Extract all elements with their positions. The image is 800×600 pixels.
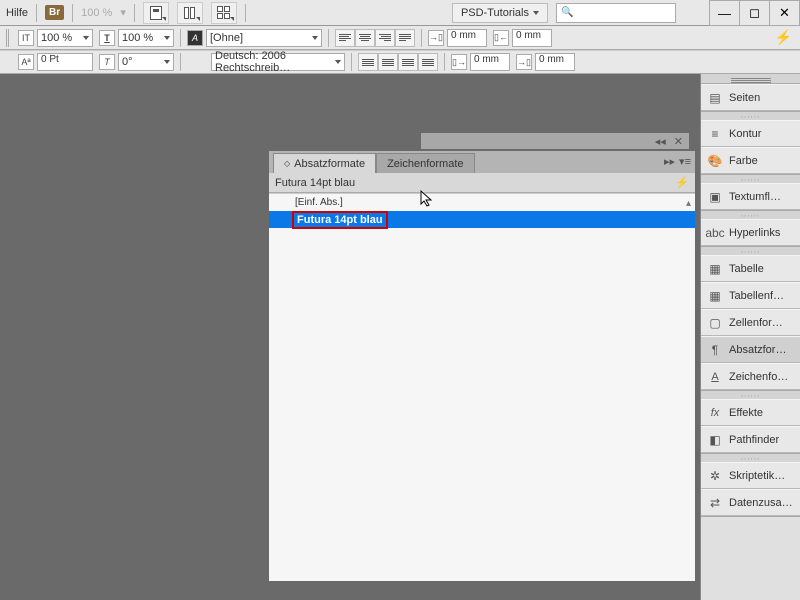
pathfinder-icon: ◧ — [707, 432, 723, 448]
panel-pathfinder[interactable]: ◧Pathfinder — [701, 426, 800, 453]
script-icon: ✲ — [707, 468, 723, 484]
arrange-docs-icon[interactable] — [177, 2, 203, 24]
current-style-name: Futura 14pt blau — [275, 177, 355, 189]
charstyle-combo[interactable]: [Ohne] — [206, 29, 322, 47]
panel-datenzusammenfuehrung[interactable]: ⇄Datenzusa… — [701, 489, 800, 516]
indent-left-icon: →▯ — [428, 30, 444, 46]
align-left-button[interactable] — [335, 29, 355, 47]
justify-button[interactable] — [395, 29, 415, 47]
panel-seiten[interactable]: ▤Seiten — [701, 84, 800, 111]
indent-left-input[interactable]: 0 mm — [447, 29, 487, 47]
space-after-input[interactable]: 0 mm — [535, 53, 575, 71]
hscale-icon: IT — [18, 30, 34, 46]
panel-kontur[interactable]: ≡Kontur — [701, 120, 800, 147]
hyperlinks-icon: abc — [707, 225, 723, 241]
effects-icon: fx — [707, 405, 723, 421]
close-button[interactable]: ✕ — [770, 0, 800, 26]
paragraph-align — [335, 29, 415, 47]
justify-left-button[interactable] — [358, 53, 378, 71]
stroke-icon: ≡ — [707, 126, 723, 142]
close-icon[interactable]: ✕ — [674, 135, 683, 148]
vscale-input[interactable]: 100 % — [118, 29, 174, 47]
collapsed-panel-bar[interactable]: ◂◂ ✕ — [420, 132, 690, 150]
space-after-icon: →▯ — [516, 54, 532, 70]
justify-right-button[interactable] — [398, 53, 418, 71]
workspace-switcher[interactable]: PSD-Tutorials — [452, 3, 548, 23]
language-combo[interactable]: Deutsch: 2006 Rechtschreib… — [211, 53, 345, 71]
table-styles-icon: ▦ — [707, 288, 723, 304]
baseline-input[interactable]: 0 Pt — [37, 53, 93, 71]
help-menu[interactable]: Hilfe — [6, 7, 28, 19]
charstyle-icon: A — [187, 30, 203, 46]
vscale-icon: T — [99, 30, 115, 46]
panel-tabs: ◇Absatzformate Zeichenformate ▸▸ ▾≡ — [269, 151, 695, 173]
tab-zeichenformate[interactable]: Zeichenformate — [376, 153, 474, 173]
textwrap-icon: ▣ — [707, 189, 723, 205]
paragraph-styles-panel: ◇Absatzformate Zeichenformate ▸▸ ▾≡ Futur… — [268, 150, 696, 582]
maximize-button[interactable]: ◻ — [740, 0, 770, 26]
expand-icon[interactable]: ▸▸ — [664, 155, 675, 168]
scroll-up-icon[interactable]: ▴ — [686, 198, 691, 209]
table-icon: ▦ — [707, 261, 723, 277]
panel-tabellenformate[interactable]: ▦Tabellenf… — [701, 282, 800, 309]
panel-skriptetiketten[interactable]: ✲Skriptetik… — [701, 462, 800, 489]
space-before-input[interactable]: 0 mm — [512, 29, 552, 47]
quick-apply-icon[interactable]: ⚡ — [675, 176, 689, 189]
right-dock: ▤Seiten ∙∙∙∙∙∙ ≡Kontur 🎨Farbe ∙∙∙∙∙∙ ▣Te… — [700, 74, 800, 600]
baseline-icon: Aª — [18, 54, 34, 70]
panel-farbe[interactable]: 🎨Farbe — [701, 147, 800, 174]
panel-hyperlinks[interactable]: abcHyperlinks — [701, 219, 800, 246]
collapse-icon[interactable]: ◂◂ — [655, 135, 666, 148]
panel-zellenformate[interactable]: ▢Zellenfor… — [701, 309, 800, 336]
search-input[interactable]: 🔍 — [556, 3, 676, 23]
panel-tabelle[interactable]: ▦Tabelle — [701, 255, 800, 282]
panel-absatzformate[interactable]: ¶Absatzfor… — [701, 336, 800, 363]
align-center-button[interactable] — [355, 29, 375, 47]
topbar: Hilfe Br 100 % ▾ PSD-Tutorials 🔍 — [0, 0, 800, 26]
style-row-basic[interactable]: [Einf. Abs.] — [269, 194, 695, 211]
screen-mode-icon[interactable] — [143, 2, 169, 24]
datamerge-icon: ⇄ — [707, 495, 723, 511]
char-styles-icon: A — [707, 369, 723, 385]
pages-icon: ▤ — [707, 90, 723, 106]
tab-absatzformate[interactable]: ◇Absatzformate — [273, 153, 376, 173]
align-right-button[interactable] — [375, 29, 395, 47]
panel-zeichenformate[interactable]: AZeichenfo… — [701, 363, 800, 390]
skew-input[interactable]: 0° — [118, 53, 174, 71]
window-controls: — ◻ ✕ — [709, 0, 800, 26]
cell-styles-icon: ▢ — [707, 315, 723, 331]
justify-options — [358, 53, 438, 71]
skew-icon: T — [99, 54, 115, 70]
bridge-icon[interactable]: Br — [45, 5, 64, 20]
panel-effekte[interactable]: fxEffekte — [701, 399, 800, 426]
view-options-icon[interactable] — [211, 2, 237, 24]
para-styles-icon: ¶ — [707, 342, 723, 358]
color-icon: 🎨 — [707, 153, 723, 169]
dock-grip[interactable] — [701, 74, 800, 84]
quick-apply-icon[interactable]: ⚡ — [775, 29, 792, 46]
indent-right-icon: ▯→ — [451, 54, 467, 70]
current-style-header: Futura 14pt blau ⚡ — [269, 173, 695, 193]
zoom-level[interactable]: 100 % — [81, 7, 112, 19]
indent-right-input[interactable]: 0 mm — [470, 53, 510, 71]
space-before-icon: ▯← — [493, 30, 509, 46]
control-bar-1: IT 100 % T 100 % A [Ohne] →▯ 0 mm ▯← 0 m… — [0, 26, 800, 50]
panel-textumfluss[interactable]: ▣Textumfl… — [701, 183, 800, 210]
minimize-button[interactable]: — — [710, 0, 740, 26]
style-row-futura[interactable]: Futura 14pt blau — [269, 211, 695, 228]
justify-all-button[interactable] — [418, 53, 438, 71]
justify-center-button[interactable] — [378, 53, 398, 71]
hscale-input[interactable]: 100 % — [37, 29, 93, 47]
style-list[interactable]: [Einf. Abs.] Futura 14pt blau ▴ — [269, 193, 695, 581]
panel-menu-icon[interactable]: ▾≡ — [679, 155, 691, 168]
control-bar-2: Aª 0 Pt T 0° Deutsch: 2006 Rechtschreib…… — [0, 50, 800, 74]
